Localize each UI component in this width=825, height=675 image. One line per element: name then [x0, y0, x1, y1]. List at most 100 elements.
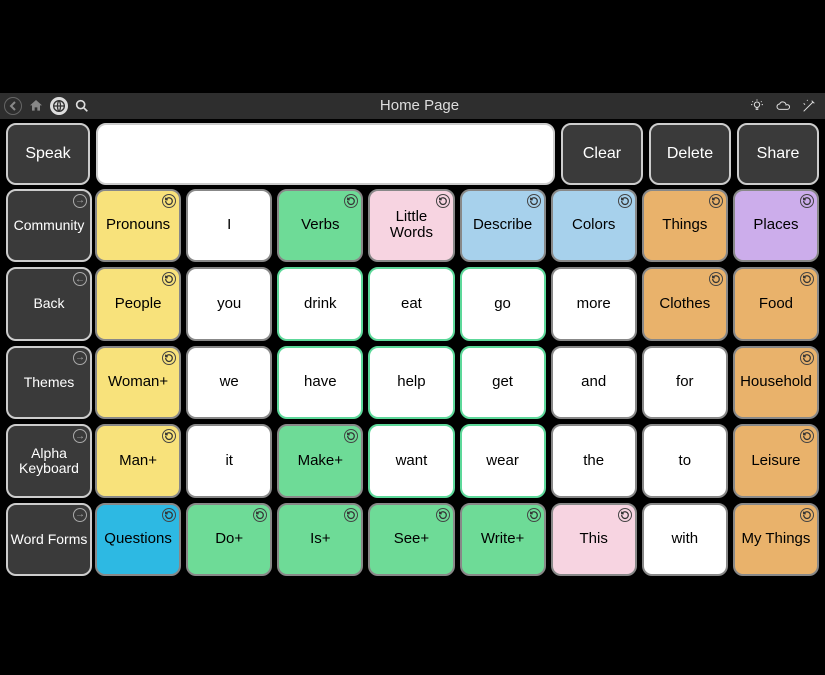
content: Speak Clear Delete Share Community→ Back ←… — [0, 119, 825, 583]
cell-2-2[interactable]: have — [277, 346, 363, 420]
cell-1-3[interactable]: eat — [368, 267, 454, 341]
nav-button-3[interactable]: Alpha Keyboard→ — [6, 424, 92, 498]
cell-label: Is+ — [310, 531, 330, 548]
cell-3-3[interactable]: want — [368, 424, 454, 498]
cell-label: for — [676, 374, 694, 391]
refresh-icon — [344, 194, 358, 208]
cell-2-4[interactable]: get — [460, 346, 546, 420]
nav-button-1[interactable]: Back ← — [6, 267, 92, 341]
cell-2-3[interactable]: help — [368, 346, 454, 420]
cell-3-5[interactable]: the — [551, 424, 637, 498]
titlebar: Home Page — [0, 93, 825, 119]
refresh-icon — [800, 194, 814, 208]
cell-2-1[interactable]: we — [186, 346, 272, 420]
cell-0-7[interactable]: Places — [733, 189, 819, 263]
cell-2-6[interactable]: for — [642, 346, 728, 420]
cell-label: Man+ — [119, 453, 157, 470]
page-title: Home Page — [92, 97, 747, 114]
cell-2-0[interactable]: Woman+ — [95, 346, 181, 420]
refresh-icon — [709, 272, 723, 286]
cell-3-0[interactable]: Man+ — [95, 424, 181, 498]
cell-3-1[interactable]: it — [186, 424, 272, 498]
refresh-icon — [162, 429, 176, 443]
cell-1-4[interactable]: go — [460, 267, 546, 341]
cell-label: drink — [304, 296, 337, 313]
cell-4-2[interactable]: Is+ — [277, 503, 363, 577]
cell-4-0[interactable]: Questions — [95, 503, 181, 577]
cell-label: Leisure — [751, 453, 800, 470]
refresh-icon — [344, 429, 358, 443]
cell-4-5[interactable]: This — [551, 503, 637, 577]
cell-label: help — [397, 374, 425, 391]
cell-4-3[interactable]: See+ — [368, 503, 454, 577]
cell-1-6[interactable]: Clothes — [642, 267, 728, 341]
refresh-icon — [800, 272, 814, 286]
word-grid: Pronouns I VerbsLittle WordsDescribe Colors… — [95, 189, 819, 577]
refresh-icon — [162, 508, 176, 522]
arrow-icon: → — [73, 351, 87, 365]
cell-0-1[interactable]: I — [186, 189, 272, 263]
globe-icon[interactable] — [50, 97, 68, 115]
nav-label: Back — [33, 296, 64, 311]
cell-1-0[interactable]: People — [95, 267, 181, 341]
arrow-icon: → — [73, 508, 87, 522]
cell-label: Household — [740, 374, 812, 391]
clear-button[interactable]: Clear — [561, 123, 643, 185]
cell-0-5[interactable]: Colors — [551, 189, 637, 263]
cell-label: get — [492, 374, 513, 391]
cell-4-4[interactable]: Write+ — [460, 503, 546, 577]
cell-2-5[interactable]: and — [551, 346, 637, 420]
cell-label: with — [671, 531, 698, 548]
lightbulb-icon[interactable] — [747, 96, 767, 116]
cell-0-4[interactable]: Describe — [460, 189, 546, 263]
nav-button-2[interactable]: Themes → — [6, 346, 92, 420]
cell-label: it — [225, 453, 233, 470]
cell-label: Make+ — [298, 453, 343, 470]
cell-3-2[interactable]: Make+ — [277, 424, 363, 498]
nav-button-4[interactable]: Word Forms→ — [6, 503, 92, 577]
cell-0-0[interactable]: Pronouns — [95, 189, 181, 263]
cell-1-5[interactable]: more — [551, 267, 637, 341]
arrow-icon: → — [73, 194, 87, 208]
cell-0-2[interactable]: Verbs — [277, 189, 363, 263]
refresh-icon — [162, 351, 176, 365]
cell-label: wear — [486, 453, 519, 470]
cell-4-6[interactable]: with — [642, 503, 728, 577]
speak-button[interactable]: Speak — [6, 123, 90, 185]
cell-label: See+ — [394, 531, 429, 548]
nav-label: Themes — [24, 375, 75, 390]
cell-4-7[interactable]: My Things — [733, 503, 819, 577]
cell-1-7[interactable]: Food — [733, 267, 819, 341]
cell-label: Colors — [572, 217, 615, 234]
wand-icon[interactable] — [799, 96, 819, 116]
share-button[interactable]: Share — [737, 123, 819, 185]
cell-0-6[interactable]: Things — [642, 189, 728, 263]
cell-3-6[interactable]: to — [642, 424, 728, 498]
titlebar-left — [0, 96, 92, 116]
arrow-icon: ← — [73, 272, 87, 286]
cloud-icon[interactable] — [773, 96, 793, 116]
refresh-icon — [800, 508, 814, 522]
nav-button-0[interactable]: Community→ — [6, 189, 92, 263]
cell-label: have — [304, 374, 337, 391]
cell-4-1[interactable]: Do+ — [186, 503, 272, 577]
delete-button[interactable]: Delete — [649, 123, 731, 185]
cell-1-1[interactable]: you — [186, 267, 272, 341]
cell-label: I — [227, 217, 231, 234]
home-icon[interactable] — [26, 96, 46, 116]
cell-label: Places — [753, 217, 798, 234]
refresh-icon — [709, 194, 723, 208]
cell-1-2[interactable]: drink — [277, 267, 363, 341]
refresh-icon — [527, 508, 541, 522]
cell-label: Pronouns — [106, 217, 170, 234]
cell-3-7[interactable]: Leisure — [733, 424, 819, 498]
nav-column: Community→ Back ← Themes → Alpha Keyboard→Wor… — [6, 189, 92, 577]
back-arrow-icon[interactable] — [4, 97, 22, 115]
cell-label: the — [583, 453, 604, 470]
cell-label: Write+ — [481, 531, 524, 548]
search-icon[interactable] — [72, 96, 92, 116]
cell-3-4[interactable]: wear — [460, 424, 546, 498]
cell-0-3[interactable]: Little Words — [368, 189, 454, 263]
message-window[interactable] — [96, 123, 555, 185]
cell-2-7[interactable]: Household — [733, 346, 819, 420]
